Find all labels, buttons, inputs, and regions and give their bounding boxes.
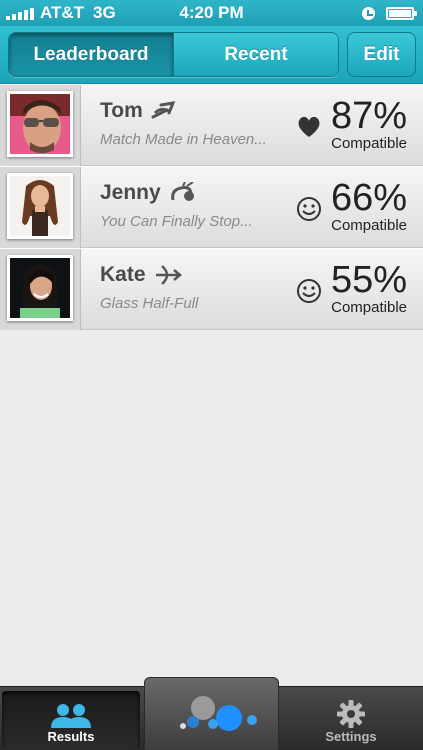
capricorn-icon	[170, 182, 194, 201]
avatar-cell	[0, 249, 81, 330]
bubbles-icon	[180, 696, 257, 731]
tab-label: Results	[47, 729, 95, 744]
avatar-kate	[7, 255, 73, 321]
battery-icon	[386, 7, 417, 20]
gear-icon	[337, 700, 365, 728]
match-name: Kate	[100, 263, 184, 287]
heart-icon	[298, 116, 320, 137]
view-segmented-control: Leaderboard Recent	[8, 32, 339, 77]
tab-settings[interactable]: Settings	[282, 691, 420, 749]
smiley-icon	[297, 197, 321, 221]
bubbles-center-button[interactable]	[144, 677, 279, 750]
match-name: Jenny	[100, 181, 197, 205]
smiley-icon	[297, 279, 321, 303]
compatibility-percent: 66%	[330, 177, 407, 219]
tab-label: Settings	[325, 729, 377, 744]
sagittarius-icon	[155, 265, 182, 285]
compatibility-percent: 87%	[330, 95, 407, 137]
tab-bar: Results Settings	[0, 677, 423, 750]
tab-results[interactable]: Results	[2, 691, 140, 749]
avatar-cell	[0, 167, 81, 248]
match-row-kate[interactable]: Kate Glass Half-Full 55% Compatible	[0, 248, 423, 330]
compatible-label: Compatible	[331, 217, 407, 234]
match-tagline: You Can Finally Stop...	[100, 213, 253, 230]
match-name: Tom	[100, 99, 179, 123]
segment-leaderboard[interactable]: Leaderboard	[9, 33, 173, 76]
edit-button[interactable]: Edit	[347, 32, 416, 77]
avatar-jenny	[7, 173, 73, 239]
status-time: 4:20 PM	[179, 3, 244, 22]
alarm-clock-icon	[362, 7, 375, 20]
compatible-label: Compatible	[331, 299, 407, 316]
match-tagline: Glass Half-Full	[100, 295, 199, 312]
people-icon	[51, 704, 91, 728]
match-tagline: Match Made in Heaven...	[100, 131, 267, 148]
status-bar: AT&T 3G 4:20 PM	[0, 0, 423, 26]
match-row-jenny[interactable]: Jenny You Can Finally Stop... 66% Compat…	[0, 166, 423, 248]
match-row-tom[interactable]: Tom Match Made in Heaven... 87% Compatib…	[0, 84, 423, 166]
avatar-cell	[0, 85, 81, 166]
navigation-bar: Leaderboard Recent Edit	[0, 26, 423, 84]
sagittarius-icon	[151, 101, 176, 119]
segment-recent[interactable]: Recent	[173, 33, 338, 76]
match-list: Tom Match Made in Heaven... 87% Compatib…	[0, 84, 423, 330]
compatible-label: Compatible	[331, 135, 407, 152]
compatibility-percent: 55%	[330, 259, 407, 301]
avatar-tom	[7, 91, 73, 157]
